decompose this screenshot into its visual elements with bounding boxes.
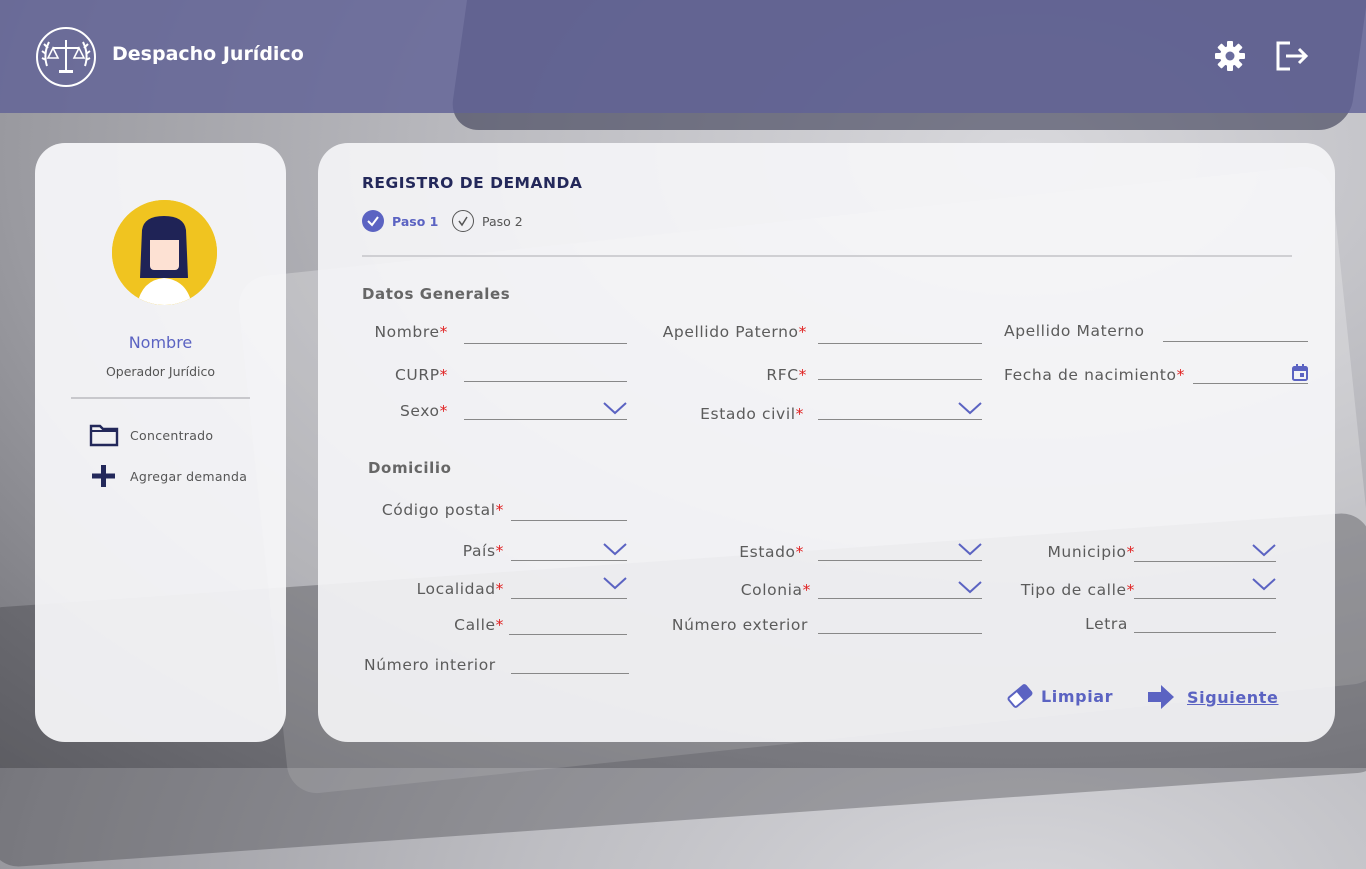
estado-civil-label: Estado civil* <box>700 405 804 423</box>
municipio-label: Municipio* <box>1047 543 1135 561</box>
letra-label: Letra <box>1085 615 1128 633</box>
step-label: Paso 1 <box>392 213 439 229</box>
nombre-label: Nombre* <box>374 323 448 341</box>
sidebar-item-label: Concentrado <box>130 427 214 443</box>
sidebar-item-agregar-demanda[interactable]: Agregar demanda <box>89 463 247 489</box>
plus-icon <box>92 465 115 487</box>
clear-button-label: Limpiar <box>1041 686 1114 706</box>
sidebar-divider <box>71 397 250 399</box>
sidebar-card: Nombre Operador Jurídico Concentrado Agr… <box>35 143 286 742</box>
nombre-field[interactable] <box>464 321 631 344</box>
colonia-label: Colonia* <box>740 581 811 599</box>
chevron-down-icon[interactable] <box>603 576 627 590</box>
numero-exterior-label: Número exterior <box>671 616 808 634</box>
logout-icon[interactable] <box>1274 38 1310 74</box>
chevron-down-icon[interactable] <box>958 580 982 594</box>
chevron-down-icon[interactable] <box>958 401 982 415</box>
apellido-paterno-label: Apellido Paterno* <box>662 323 807 341</box>
numero-exterior-field[interactable] <box>818 611 986 634</box>
chevron-down-icon[interactable] <box>1252 577 1276 591</box>
next-button-label: Siguiente <box>1187 687 1279 707</box>
calle-field[interactable] <box>509 612 631 635</box>
estado-label: Estado* <box>739 543 804 561</box>
chevron-down-icon[interactable] <box>603 542 627 556</box>
avatar <box>112 200 217 305</box>
calle-label: Calle* <box>454 616 504 634</box>
step-2[interactable]: Paso 2 <box>452 210 523 232</box>
clear-button[interactable]: Limpiar <box>1006 683 1113 709</box>
apellido-materno-field[interactable] <box>1163 319 1312 342</box>
sidebar-item-label: Agregar demanda <box>130 468 248 484</box>
folder-icon <box>89 424 119 447</box>
user-role: Operador Jurídico <box>105 364 216 379</box>
curp-field[interactable] <box>464 359 631 382</box>
step-1[interactable]: Paso 1 <box>362 210 438 232</box>
top-header: Despacho Jurídico <box>0 0 1366 113</box>
checkmark-icon <box>362 210 384 232</box>
fecha-nacimiento-field[interactable] <box>1193 361 1312 384</box>
section-title-general: Datos Generales <box>362 285 511 303</box>
page-title: REGISTRO DE DEMANDA <box>362 174 583 192</box>
rfc-field[interactable] <box>818 357 986 380</box>
fecha-nacimiento-label: Fecha de nacimiento* <box>1004 366 1185 384</box>
chevron-down-icon[interactable] <box>1252 543 1276 557</box>
calendar-icon[interactable] <box>1292 364 1308 381</box>
chevron-down-icon[interactable] <box>958 542 982 556</box>
user-avatar-icon <box>112 200 217 305</box>
scales-of-justice-logo-icon <box>36 27 96 87</box>
settings-gear-icon[interactable] <box>1212 38 1248 74</box>
steps-divider <box>362 255 1292 257</box>
user-name: Nombre <box>128 333 193 352</box>
chevron-down-icon[interactable] <box>603 401 627 415</box>
tipo-calle-label: Tipo de calle* <box>1020 581 1135 599</box>
localidad-label: Localidad* <box>416 580 504 598</box>
eraser-icon <box>1007 684 1033 708</box>
codigo-postal-field[interactable] <box>511 498 631 521</box>
app-brand-title: Despacho Jurídico <box>112 43 304 65</box>
step-label: Paso 2 <box>482 213 523 229</box>
apellido-paterno-field[interactable] <box>818 321 986 344</box>
rfc-label: RFC* <box>766 366 807 384</box>
pais-label: País* <box>462 542 504 560</box>
curp-label: CURP* <box>394 366 448 384</box>
sexo-label: Sexo* <box>399 402 448 420</box>
form-card: REGISTRO DE DEMANDA Paso 1 Paso 2 Datos … <box>318 143 1335 742</box>
numero-interior-label: Número interior <box>364 656 496 674</box>
letra-field[interactable] <box>1134 610 1280 633</box>
section-title-domicilio: Domicilio <box>368 459 452 477</box>
apellido-materno-label: Apellido Materno <box>1004 322 1145 340</box>
sidebar-item-concentrado[interactable]: Concentrado <box>89 422 213 448</box>
checkmark-icon <box>452 210 474 232</box>
codigo-postal-label: Código postal* <box>381 501 504 519</box>
numero-interior-field[interactable] <box>511 651 633 674</box>
arrow-right-icon <box>1148 685 1174 709</box>
next-button[interactable]: Siguiente <box>1147 684 1278 710</box>
